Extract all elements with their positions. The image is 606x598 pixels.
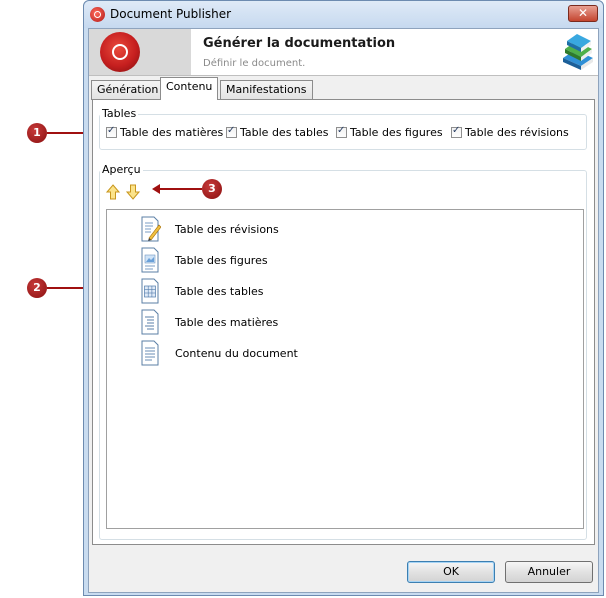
document-image-icon <box>141 247 159 273</box>
dialog-window: Document Publisher ✕ Générer la document… <box>83 0 604 596</box>
title-bar: Document Publisher ✕ <box>84 1 603 28</box>
preview-group: Aperçu Table des révisions Table des fig… <box>99 163 587 540</box>
list-item[interactable]: Table des matières <box>141 308 278 336</box>
checkbox-table-des-revisions[interactable]: Table des révisions <box>451 125 569 139</box>
app-icon <box>90 7 105 22</box>
document-publisher-logo-icon <box>100 32 140 72</box>
callout-3-arrowhead <box>152 184 160 194</box>
document-table-icon <box>141 278 159 304</box>
list-item[interactable]: Table des figures <box>141 246 268 274</box>
tab-contenu[interactable]: Contenu <box>160 77 219 100</box>
close-button[interactable]: ✕ <box>568 5 598 22</box>
checkbox-table-des-tables[interactable]: Table des tables <box>226 125 329 139</box>
preview-group-label: Aperçu <box>100 163 143 176</box>
checkbox-table-des-figures[interactable]: Table des figures <box>336 125 443 139</box>
list-item-label: Table des révisions <box>175 222 279 236</box>
cancel-button[interactable]: Annuler <box>505 561 593 583</box>
checkbox-table-des-matieres[interactable]: Table des matières <box>106 125 224 139</box>
preview-list[interactable]: Table des révisions Table des figures Ta… <box>106 209 584 529</box>
tab-manifestations[interactable]: Manifestations <box>220 80 313 100</box>
checkbox-box[interactable] <box>336 125 347 138</box>
callout-2: 2 <box>27 278 47 298</box>
checkbox-label: Table des figures <box>350 126 443 139</box>
document-edit-icon <box>141 216 161 242</box>
list-item-label: Table des figures <box>175 253 268 267</box>
checkbox-box[interactable] <box>226 125 237 138</box>
list-item-label: Table des matières <box>175 315 279 329</box>
list-item[interactable]: Contenu du document <box>141 339 298 367</box>
checkbox-box[interactable] <box>451 125 462 138</box>
banner-title: Générer la documentation <box>203 36 396 51</box>
tab-generation[interactable]: Génération <box>91 80 165 100</box>
window-title: Document Publisher <box>110 7 232 21</box>
dialog-body: Générer la documentation Définir le docu… <box>88 28 599 593</box>
books-icon <box>563 34 593 70</box>
logo-area <box>89 29 191 75</box>
header-banner: Générer la documentation Définir le docu… <box>89 29 598 76</box>
document-text-icon <box>141 340 159 366</box>
tables-group: Tables Table des matières Table des tabl… <box>99 107 587 150</box>
tables-group-label: Tables <box>100 107 139 120</box>
callout-1: 1 <box>27 123 47 143</box>
checkbox-label: Table des matières <box>120 126 224 139</box>
callout-3-arrow <box>160 188 202 190</box>
arrow-up-icon[interactable] <box>106 184 120 200</box>
banner-subtitle: Définir le document. <box>203 58 306 69</box>
checkbox-label: Table des révisions <box>465 126 569 139</box>
document-toc-icon <box>141 309 159 335</box>
list-item-label: Contenu du document <box>175 346 298 360</box>
ok-button[interactable]: OK <box>407 561 495 583</box>
tab-panel-contenu: Tables Table des matières Table des tabl… <box>92 99 595 545</box>
checkbox-box[interactable] <box>106 125 117 138</box>
checkbox-label: Table des tables <box>240 126 329 139</box>
list-item[interactable]: Table des tables <box>141 277 264 305</box>
list-item-label: Table des tables <box>175 284 264 298</box>
callout-3: 3 <box>202 179 222 199</box>
list-item[interactable]: Table des révisions <box>141 215 279 243</box>
arrow-down-icon[interactable] <box>126 184 140 200</box>
